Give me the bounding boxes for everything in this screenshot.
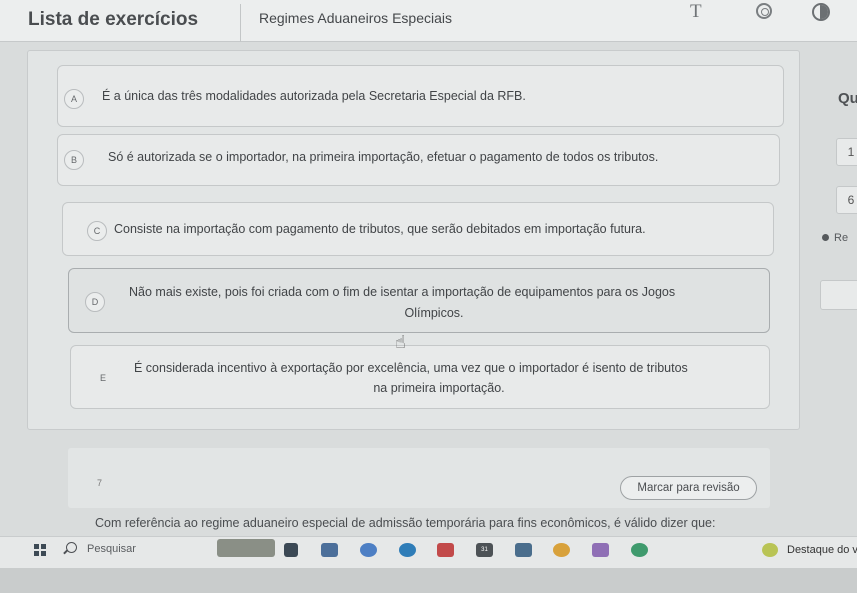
- option-b-text: Só é autorizada se o importador, na prim…: [108, 150, 659, 164]
- option-e-text-line-2: na primeira importação.: [373, 381, 505, 395]
- option-d-text-line-1: Não mais existe, pois foi criada com o f…: [129, 285, 676, 299]
- option-a-letter: A: [64, 89, 84, 109]
- option-c-text: Consiste na importação com pagamento de …: [114, 222, 646, 236]
- legend-dot: [822, 234, 829, 241]
- question-nav-box-1[interactable]: 1: [836, 138, 857, 166]
- option-b-letter: B: [64, 150, 84, 170]
- windows-start-icon[interactable]: [34, 544, 46, 556]
- chrome-icon[interactable]: [553, 543, 570, 557]
- monitor-bezel: [0, 568, 857, 593]
- task-view-icon[interactable]: [284, 543, 298, 557]
- side-panel-box: [820, 280, 857, 310]
- side-panel-title: Qu: [838, 90, 857, 107]
- option-e[interactable]: [70, 345, 770, 409]
- youtube-icon[interactable]: [437, 543, 454, 557]
- photos-icon[interactable]: [515, 543, 532, 557]
- legend-label: Re: [834, 232, 849, 244]
- font-size-icon[interactable]: T: [690, 1, 702, 23]
- side-panel-legend: Re: [822, 232, 848, 244]
- app-icon[interactable]: [592, 543, 609, 557]
- contrast-icon[interactable]: [812, 3, 830, 21]
- option-e-letter: E: [99, 373, 106, 383]
- taskbar-search-input[interactable]: Pesquisar: [87, 543, 136, 555]
- accessibility-icon[interactable]: [756, 3, 772, 19]
- highlight-label[interactable]: Destaque do v: [787, 544, 857, 556]
- app-title: Lista de exercícios: [28, 9, 199, 30]
- calendar-icon[interactable]: 31: [476, 543, 493, 557]
- edge-icon[interactable]: [360, 543, 377, 557]
- file-explorer-icon[interactable]: [321, 543, 338, 557]
- search-icon[interactable]: [66, 542, 77, 553]
- game-icon[interactable]: [631, 543, 648, 557]
- question-text: Com referência ao regime aduaneiro espec…: [95, 516, 716, 530]
- option-a-text: É a única das três modalidades autorizad…: [102, 89, 526, 103]
- title-divider: [240, 4, 241, 42]
- option-c-letter: C: [87, 221, 107, 241]
- question-number: 7: [97, 478, 103, 488]
- option-e-text-line-1: É considerada incentivo à exportação por…: [134, 361, 688, 375]
- question-nav-box-2[interactable]: 6: [836, 186, 857, 214]
- news-widget-icon[interactable]: [217, 539, 275, 557]
- subject-title: Regimes Aduaneiros Especiais: [259, 10, 452, 26]
- mark-for-review-button[interactable]: Marcar para revisão: [620, 476, 757, 500]
- option-d-text-line-2: Olímpicos.: [404, 306, 464, 320]
- option-d-letter: D: [85, 292, 105, 312]
- highlight-icon[interactable]: [762, 543, 778, 557]
- hand-cursor-icon: ☝: [395, 332, 406, 352]
- browser-icon[interactable]: [399, 543, 416, 557]
